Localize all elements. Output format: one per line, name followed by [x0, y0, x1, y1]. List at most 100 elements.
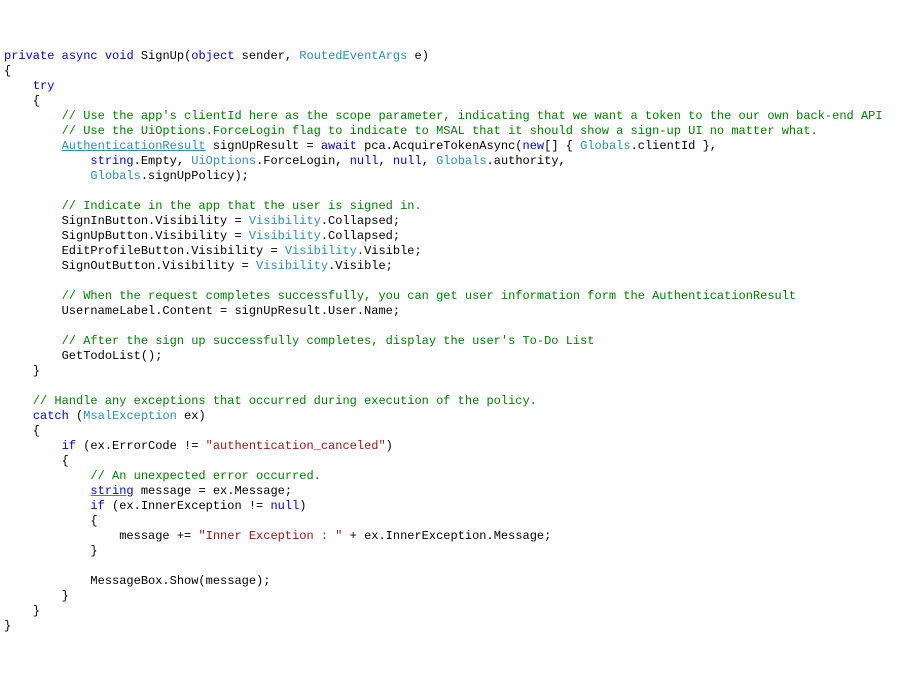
- text: signUpResult =: [206, 139, 321, 153]
- code-line: {: [4, 64, 11, 78]
- text: + ex.InnerException.Message;: [342, 529, 551, 543]
- type: UiOptions: [191, 154, 256, 168]
- code-line: AuthenticationResult signUpResult = awai…: [4, 139, 717, 153]
- text: [4, 484, 90, 498]
- text: (ex.ErrorCode !=: [76, 439, 206, 453]
- text: [4, 244, 62, 258]
- text: ): [386, 439, 393, 453]
- text: [4, 439, 62, 453]
- keyword: string: [90, 154, 133, 168]
- comment: // When the request completes successful…: [4, 289, 796, 303]
- code-line: SignUpButton.Visibility = Visibility.Col…: [4, 229, 400, 243]
- code-line: }: [4, 604, 40, 618]
- type: Visibility: [249, 229, 321, 243]
- code-line: }: [4, 544, 98, 558]
- code-line: SignOutButton.Visibility = Visibility.Vi…: [4, 259, 393, 273]
- text: pca.AcquireTokenAsync(: [357, 139, 523, 153]
- text: [4, 229, 62, 243]
- comment: // Indicate in the app that the user is …: [4, 199, 422, 213]
- keyword: void: [105, 49, 134, 63]
- code-line: if (ex.ErrorCode != "authentication_canc…: [4, 439, 393, 453]
- type: Globals: [436, 154, 486, 168]
- identifier: SignUp(: [134, 49, 192, 63]
- code-line: catch (MsalException ex): [4, 409, 206, 423]
- text: ex): [177, 409, 206, 423]
- code-line: string.Empty, UiOptions.ForceLogin, null…: [4, 154, 566, 168]
- text: .Collapsed;: [321, 214, 400, 228]
- text: SignUpButton.Visibility =: [62, 229, 249, 243]
- text: ,: [422, 154, 436, 168]
- keyword: catch: [33, 409, 69, 423]
- text: [4, 409, 33, 423]
- text: [4, 154, 90, 168]
- code-line: {: [4, 94, 40, 108]
- comment: // Use the app's clientId here as the sc…: [4, 109, 883, 123]
- text: .Visible;: [328, 259, 393, 273]
- type: RoutedEventArgs: [299, 49, 407, 63]
- text: .signUpPolicy);: [141, 169, 249, 183]
- text: message +=: [119, 529, 198, 543]
- comment: // An unexpected error occurred.: [4, 469, 321, 483]
- type: Globals: [580, 139, 630, 153]
- text: .Collapsed;: [321, 229, 400, 243]
- text: .authority,: [487, 154, 566, 168]
- code-line: }: [4, 589, 69, 603]
- keyword: private: [4, 49, 54, 63]
- text: message = ex.Message;: [134, 484, 292, 498]
- comment: // Use the UiOptions.ForceLogin flag to …: [4, 124, 818, 138]
- text: ): [299, 499, 306, 513]
- text: .clientId },: [631, 139, 717, 153]
- text: [4, 529, 119, 543]
- text: [4, 214, 62, 228]
- type: Visibility: [285, 244, 357, 258]
- text: [4, 499, 90, 513]
- text: .ForceLogin,: [256, 154, 350, 168]
- code-block: private async void SignUp(object sender,…: [4, 49, 913, 634]
- keyword: try: [33, 79, 55, 93]
- type: AuthenticationResult: [62, 139, 206, 153]
- code-line: private async void SignUp(object sender,…: [4, 49, 429, 63]
- code-line: MessageBox.Show(message);: [4, 574, 270, 588]
- keyword: null: [270, 499, 299, 513]
- code-line: {: [4, 514, 98, 528]
- code-line: Globals.signUpPolicy);: [4, 169, 249, 183]
- code-line: }: [4, 364, 40, 378]
- code-line: if (ex.InnerException != null): [4, 499, 306, 513]
- text: SignInButton.Visibility =: [62, 214, 249, 228]
- type: Visibility: [256, 259, 328, 273]
- comment: // Handle any exceptions that occurred d…: [4, 394, 537, 408]
- text: (: [69, 409, 83, 423]
- keyword: string: [90, 484, 133, 498]
- code-line: EditProfileButton.Visibility = Visibilit…: [4, 244, 422, 258]
- text: (ex.InnerException !=: [105, 499, 271, 513]
- text: [4, 139, 62, 153]
- keyword: new: [523, 139, 545, 153]
- type: MsalException: [83, 409, 177, 423]
- text: sender,: [234, 49, 299, 63]
- code-line: SignInButton.Visibility = Visibility.Col…: [4, 214, 400, 228]
- keyword: if: [90, 499, 104, 513]
- keyword: if: [62, 439, 76, 453]
- code-line: GetTodoList();: [4, 349, 162, 363]
- code-line: UsernameLabel.Content = signUpResult.Use…: [4, 304, 400, 318]
- text: .Empty,: [134, 154, 192, 168]
- comment: // After the sign up successfully comple…: [4, 334, 595, 348]
- text: e): [407, 49, 429, 63]
- code-line: {: [4, 424, 40, 438]
- keyword: null: [393, 154, 422, 168]
- code-line: message += "Inner Exception : " + ex.Inn…: [4, 529, 551, 543]
- string-literal: "Inner Exception : ": [198, 529, 342, 543]
- keyword: await: [321, 139, 357, 153]
- text: EditProfileButton.Visibility =: [62, 244, 285, 258]
- string-literal: "authentication_canceled": [206, 439, 386, 453]
- type: Visibility: [249, 214, 321, 228]
- type: Globals: [90, 169, 140, 183]
- keyword: object: [191, 49, 234, 63]
- text: ,: [379, 154, 393, 168]
- code-line: string message = ex.Message;: [4, 484, 292, 498]
- text: [] {: [544, 139, 580, 153]
- text: [4, 259, 62, 273]
- code-line: {: [4, 454, 69, 468]
- keyword: null: [350, 154, 379, 168]
- text: SignOutButton.Visibility =: [62, 259, 256, 273]
